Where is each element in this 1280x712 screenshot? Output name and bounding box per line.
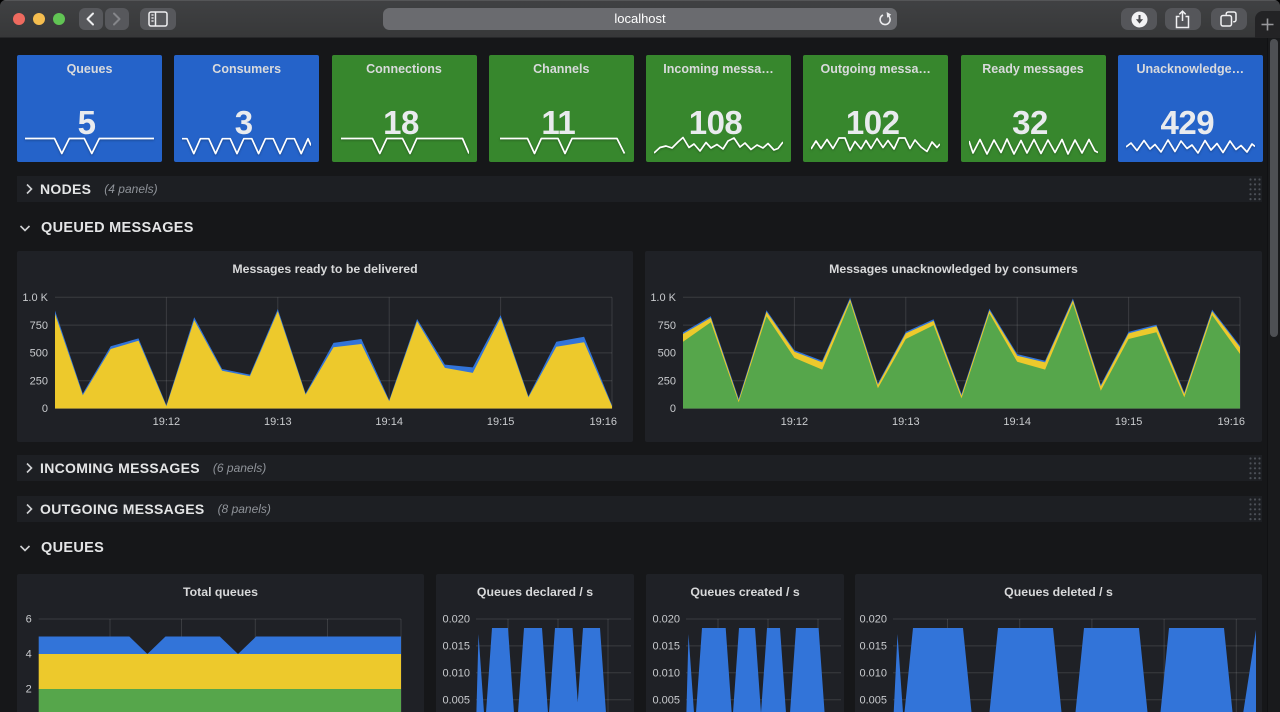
svg-text:19:15: 19:15 [1115,416,1143,428]
svg-text:19:14: 19:14 [375,416,403,428]
svg-text:250: 250 [658,375,676,387]
svg-text:1.0 K: 1.0 K [650,292,676,304]
svg-text:0: 0 [670,403,676,415]
svg-text:19:16: 19:16 [1217,416,1245,428]
svg-text:0.020: 0.020 [652,614,680,626]
svg-text:19:15: 19:15 [487,416,515,428]
svg-text:1.0 K: 1.0 K [22,292,48,304]
svg-text:0.020: 0.020 [442,614,470,626]
svg-text:0.010: 0.010 [859,668,887,680]
svg-text:0: 0 [42,403,48,415]
svg-text:19:13: 19:13 [264,416,292,428]
svg-text:0.015: 0.015 [859,641,887,653]
svg-text:19:14: 19:14 [1003,416,1031,428]
svg-text:6: 6 [26,614,32,626]
svg-text:750: 750 [30,320,48,332]
svg-text:0.020: 0.020 [859,614,887,626]
svg-text:0.015: 0.015 [652,641,680,653]
svg-text:250: 250 [30,375,48,387]
svg-text:0.005: 0.005 [859,694,887,706]
svg-text:750: 750 [658,320,676,332]
svg-text:19:12: 19:12 [153,416,181,428]
svg-text:0.005: 0.005 [652,694,680,706]
svg-text:500: 500 [658,348,676,360]
svg-text:0.010: 0.010 [652,668,680,680]
svg-text:19:16: 19:16 [589,416,617,428]
svg-text:19:12: 19:12 [781,416,809,428]
svg-text:0.005: 0.005 [442,694,470,706]
svg-text:0.010: 0.010 [442,668,470,680]
svg-text:2: 2 [26,684,32,696]
svg-text:19:13: 19:13 [892,416,920,428]
svg-text:0.015: 0.015 [442,641,470,653]
svg-text:4: 4 [26,649,32,661]
svg-text:500: 500 [30,348,48,360]
